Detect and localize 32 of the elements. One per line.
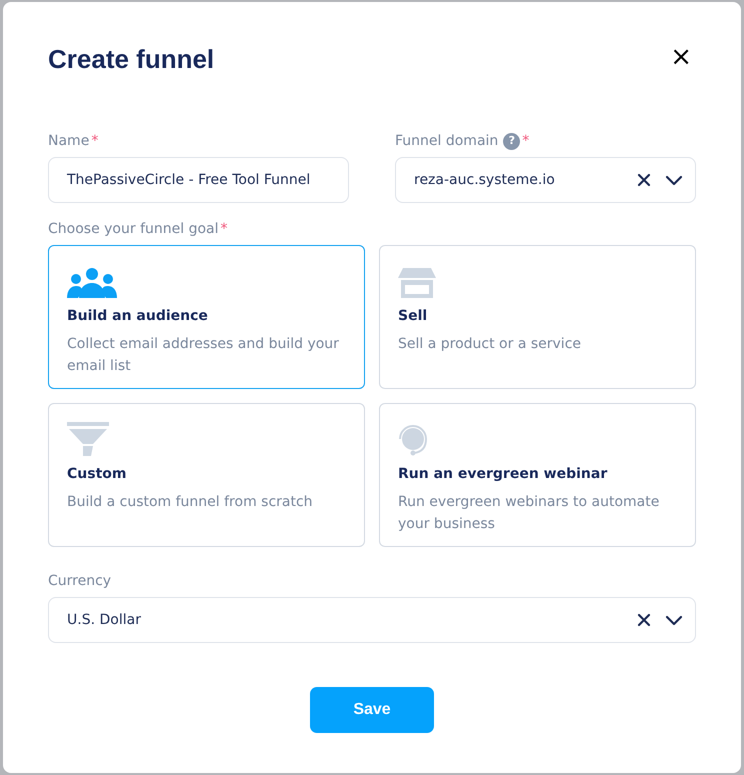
name-field[interactable]: ThePassiveCircle - Free Tool Funnel xyxy=(48,157,349,204)
goal-title: Custom xyxy=(67,465,128,484)
field-label: Currency xyxy=(48,572,112,592)
goal-description: Collect email addresses and build your email list xyxy=(67,335,340,376)
dialog-title: Create funnel xyxy=(48,44,214,76)
storefront-icon xyxy=(398,268,436,298)
clear-icon[interactable] xyxy=(637,173,651,188)
required-mark: * xyxy=(522,132,530,152)
chevron-down-icon[interactable] xyxy=(665,614,683,626)
goal-option-card[interactable]: Sell Sell a product or a service xyxy=(379,245,696,390)
required-mark: * xyxy=(220,220,228,240)
goal-title: Build an audience xyxy=(67,307,209,326)
people-icon xyxy=(67,268,117,298)
clear-icon[interactable] xyxy=(637,613,651,628)
field-label: Funnel domain xyxy=(395,132,498,152)
close-button[interactable]: × xyxy=(666,44,696,70)
goal-description: Run evergreen webinars to automate your business xyxy=(398,493,660,534)
goal-description: Sell a product or a service xyxy=(398,335,582,354)
goal-title: Run an evergreen webinar xyxy=(398,465,608,484)
currency-select[interactable]: U.S. Dollar xyxy=(48,597,696,644)
goal-title: Sell xyxy=(398,307,428,326)
field-label: Choose your funnel goal xyxy=(48,220,218,240)
headset-icon xyxy=(398,424,430,456)
chevron-down-icon[interactable] xyxy=(665,174,683,186)
domain-select[interactable]: reza-auc.systeme.io xyxy=(395,157,696,204)
goal-description: Build a custom funnel from scratch xyxy=(67,493,314,512)
goal-option-card[interactable]: Build an audience Collect email addresses and build your email list xyxy=(48,245,365,390)
goal-option-card[interactable]: Run an evergreen webinar Run evergreen webinars to automate your business xyxy=(379,403,696,548)
field-label: Name xyxy=(48,132,90,152)
funnel-icon xyxy=(67,422,109,456)
required-mark: * xyxy=(91,132,98,152)
goal-option-card[interactable]: Custom Build a custom funnel from scratch xyxy=(48,403,365,548)
